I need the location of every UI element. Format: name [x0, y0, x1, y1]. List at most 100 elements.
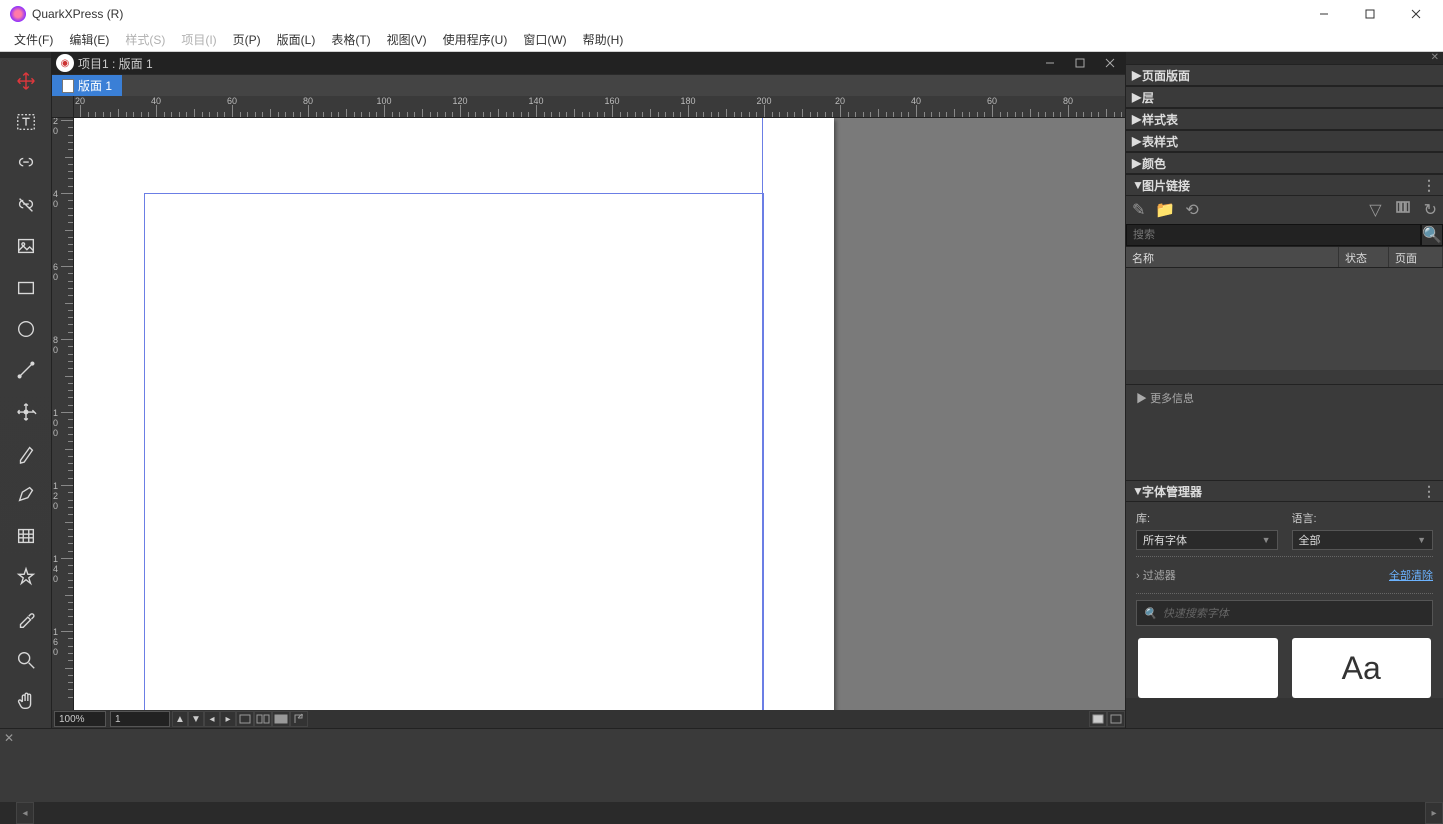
hand-pan-tool[interactable]	[8, 685, 44, 718]
freehand-tool[interactable]	[8, 478, 44, 511]
columns-icon[interactable]	[1396, 200, 1410, 220]
more-info-section[interactable]: ▶ 更多信息	[1126, 384, 1443, 480]
bottom-panel-close-button[interactable]: ✕	[4, 731, 14, 745]
view-toggle-a-icon[interactable]	[1089, 711, 1107, 727]
clear-all-link[interactable]: 全部清除	[1389, 567, 1433, 583]
doc-maximize-button[interactable]	[1065, 53, 1095, 73]
doc-close-button[interactable]	[1095, 53, 1125, 73]
scroll-left-button[interactable]: ◂	[16, 802, 34, 824]
panel-page-layout[interactable]: ▶页面版面	[1126, 64, 1443, 86]
font-search-input[interactable]: 🔍 快速搜索字体	[1136, 600, 1433, 626]
panels-close-button[interactable]: ✕	[1126, 52, 1443, 64]
col-page[interactable]: 页面	[1389, 247, 1443, 267]
font-preview-card[interactable]: Aa	[1292, 638, 1432, 698]
reload-icon[interactable]: ↻	[1424, 200, 1437, 220]
more-info-label: 更多信息	[1150, 393, 1194, 405]
oval-box-tool[interactable]	[8, 312, 44, 345]
text-unlink-tool[interactable]	[8, 188, 44, 221]
col-status[interactable]: 状态	[1339, 247, 1389, 267]
page-down-button[interactable]: ▼	[188, 711, 204, 727]
nav-first-button[interactable]: ◂	[204, 711, 220, 727]
font-sample-text: Aa	[1342, 650, 1381, 687]
menu-style[interactable]: 样式(S)	[119, 29, 171, 50]
page-spread[interactable]	[74, 118, 834, 710]
horizontal-ruler[interactable]: 2040608010012014016018020020406080	[74, 96, 1125, 118]
document-status-bar: 100% 1 ▲ ▼ ◂ ▸	[52, 710, 1125, 728]
font-preview-card[interactable]	[1138, 638, 1278, 698]
menu-item[interactable]: 项目(I)	[175, 29, 222, 50]
text-content-tool[interactable]	[8, 105, 44, 138]
nav-prev-button[interactable]: ▸	[220, 711, 236, 727]
refresh-icon[interactable]: ⟲	[1185, 200, 1198, 220]
edit-icon[interactable]: ✎	[1132, 200, 1145, 220]
horizontal-scrollbar[interactable]: ◂ ▸	[0, 802, 1443, 824]
panel-options-icon[interactable]: ⋮	[1422, 483, 1437, 500]
view-single-icon[interactable]	[236, 711, 254, 727]
filter-toggle[interactable]: › 过滤器	[1136, 567, 1176, 583]
document-title: 项目1 : 版面 1	[78, 55, 153, 72]
doc-minimize-button[interactable]	[1035, 53, 1065, 73]
view-toggle-b-icon[interactable]	[1107, 711, 1125, 727]
menu-bar: 文件(F) 编辑(E) 样式(S) 项目(I) 页(P) 版面(L) 表格(T)…	[0, 28, 1443, 52]
panel-table-styles[interactable]: ▶表样式	[1126, 130, 1443, 152]
menu-view[interactable]: 视图(V)	[381, 29, 433, 50]
starburst-tool[interactable]	[8, 561, 44, 594]
zoom-tool[interactable]	[8, 643, 44, 676]
font-search-placeholder: 快速搜索字体	[1163, 605, 1229, 621]
panel-page-layout-label: 页面版面	[1142, 67, 1190, 84]
page-up-button[interactable]: ▲	[172, 711, 188, 727]
menu-layout[interactable]: 版面(L)	[271, 29, 322, 50]
language-dropdown[interactable]: 全部 ▼	[1292, 530, 1434, 550]
view-output-icon[interactable]	[272, 711, 290, 727]
vertical-ruler[interactable]: 20406080100120140160	[52, 118, 74, 710]
chevron-down-icon: ▼	[1417, 535, 1426, 545]
document-titlebar[interactable]: ◉ 项目1 : 版面 1	[52, 52, 1125, 74]
image-links-search-input[interactable]	[1126, 224, 1421, 246]
search-icon[interactable]: 🔍	[1421, 224, 1443, 246]
zoom-field[interactable]: 100%	[54, 711, 106, 727]
library-dropdown[interactable]: 所有字体▼	[1136, 530, 1278, 550]
menu-window[interactable]: 窗口(W)	[517, 29, 572, 50]
item-tool[interactable]	[8, 64, 44, 97]
column-guide	[762, 118, 763, 710]
col-name[interactable]: 名称	[1126, 247, 1339, 267]
panel-font-manager[interactable]: ▼字体管理器⋮	[1126, 480, 1443, 502]
window-maximize-button[interactable]	[1347, 0, 1393, 28]
tab-layout-1[interactable]: 版面 1	[52, 75, 122, 96]
export-icon[interactable]	[290, 711, 308, 727]
line-tool[interactable]	[8, 354, 44, 387]
panel-layers[interactable]: ▶层	[1126, 86, 1443, 108]
menu-edit[interactable]: 编辑(E)	[63, 29, 115, 50]
eyedropper-tool[interactable]	[8, 602, 44, 635]
scroll-right-button[interactable]: ▸	[1425, 802, 1443, 824]
window-minimize-button[interactable]	[1301, 0, 1347, 28]
pan-move-tool[interactable]	[8, 395, 44, 428]
page-field[interactable]: 1	[110, 711, 170, 727]
language-value: 全部	[1299, 532, 1321, 548]
right-panels: ✕ ▶页面版面 ▶层 ▶样式表 ▶表样式 ▶颜色 ▼图片链接⋮ ✎ 📁 ⟲ ▽ …	[1125, 52, 1443, 728]
filter-icon[interactable]: ▽	[1369, 200, 1381, 220]
filter-label: 过滤器	[1143, 570, 1176, 582]
panel-options-icon[interactable]: ⋮	[1422, 177, 1437, 194]
panel-image-links[interactable]: ▼图片链接⋮	[1126, 174, 1443, 196]
table-tool[interactable]	[8, 519, 44, 552]
folder-icon[interactable]: 📁	[1155, 200, 1175, 220]
window-title: QuarkXPress (R)	[32, 7, 123, 21]
menu-help[interactable]: 帮助(H)	[577, 29, 630, 50]
window-close-button[interactable]	[1393, 0, 1439, 28]
image-links-list[interactable]	[1126, 268, 1443, 370]
language-label: 语言:	[1292, 510, 1434, 526]
menu-table[interactable]: 表格(T)	[325, 29, 376, 50]
ruler-origin[interactable]	[52, 96, 74, 118]
menu-file[interactable]: 文件(F)	[8, 29, 59, 50]
rectangle-box-tool[interactable]	[8, 271, 44, 304]
view-spread-icon[interactable]	[254, 711, 272, 727]
picture-content-tool[interactable]	[8, 230, 44, 263]
menu-utilities[interactable]: 使用程序(U)	[437, 29, 514, 50]
bezier-pen-tool[interactable]	[8, 436, 44, 469]
document-canvas[interactable]	[74, 118, 1125, 710]
menu-page[interactable]: 页(P)	[227, 29, 267, 50]
panel-colors[interactable]: ▶颜色	[1126, 152, 1443, 174]
text-link-tool[interactable]	[8, 147, 44, 180]
panel-stylesheets[interactable]: ▶样式表	[1126, 108, 1443, 130]
